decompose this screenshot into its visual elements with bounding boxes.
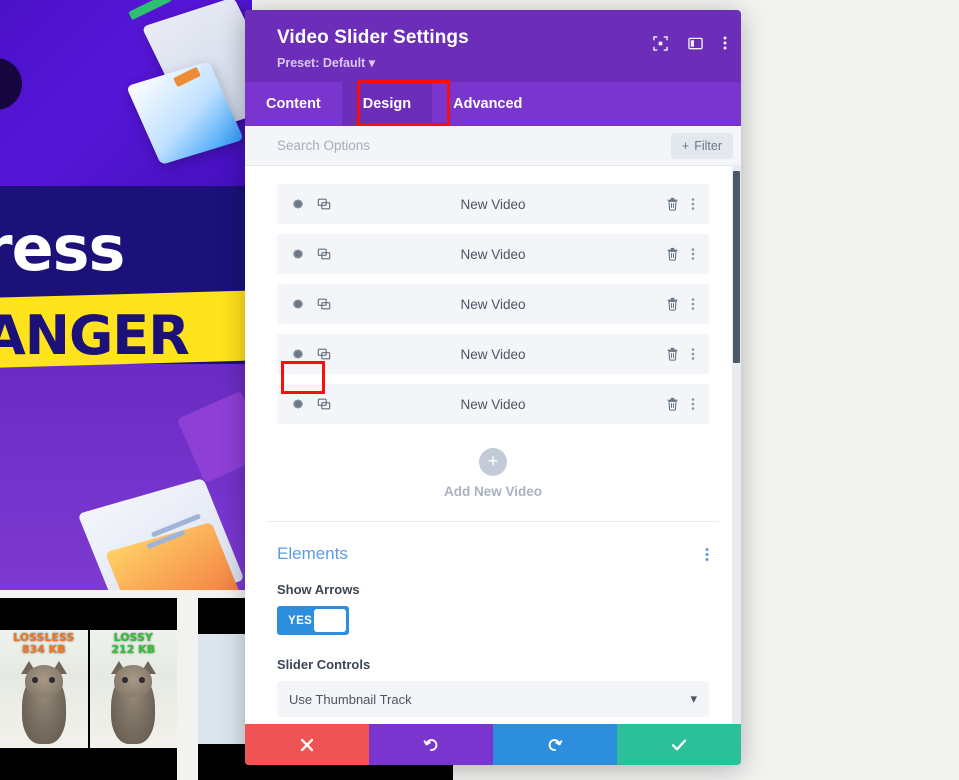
row-label: New Video: [460, 196, 526, 212]
close-icon: [300, 738, 314, 752]
duplicate-icon[interactable]: [317, 247, 331, 261]
table-row[interactable]: New Video: [277, 384, 709, 424]
gear-icon[interactable]: [291, 397, 305, 411]
undo-button[interactable]: [369, 724, 493, 765]
row-label: New Video: [460, 246, 526, 262]
video-list: New Video New Video New Video New Video …: [245, 166, 741, 424]
toggle-value: YES: [288, 614, 313, 627]
section-title-elements[interactable]: Elements: [277, 544, 348, 564]
toggle-knob: [314, 609, 346, 632]
more-vertical-icon[interactable]: [691, 397, 695, 411]
table-row[interactable]: New Video: [277, 284, 709, 324]
cancel-button[interactable]: [245, 724, 369, 765]
duplicate-icon[interactable]: [317, 197, 331, 211]
chevron-down-icon: ▾: [690, 691, 697, 706]
modal-body: New Video New Video New Video New Video …: [245, 166, 741, 724]
more-vertical-icon[interactable]: [691, 197, 695, 211]
chevron-down-icon: ▾: [368, 56, 375, 70]
redo-icon: [547, 737, 563, 753]
add-new-video-label[interactable]: Add New Video: [245, 484, 741, 499]
lossy-size: 212 KB: [111, 643, 156, 656]
background-banner-graphic: ress ANGER: [0, 186, 252, 590]
duplicate-icon[interactable]: [317, 297, 331, 311]
more-vertical-icon[interactable]: [691, 247, 695, 261]
check-icon: [671, 738, 687, 752]
row-label: New Video: [460, 296, 526, 312]
more-vertical-icon[interactable]: [705, 547, 709, 562]
kitten-lossless: LOSSLESS 834 KB: [0, 630, 88, 748]
thumbnail-compression-comparison: LOSSLESS 834 KB LOSSY 212 KB: [0, 598, 177, 780]
slider-controls-select[interactable]: Use Thumbnail Track ▾: [277, 681, 709, 717]
undo-icon: [423, 737, 439, 753]
more-vertical-icon[interactable]: [691, 297, 695, 311]
row-label: New Video: [460, 346, 526, 362]
show-arrows-toggle[interactable]: YES: [277, 606, 349, 635]
tab-content[interactable]: Content: [245, 82, 342, 126]
preset-selector[interactable]: Preset: Default ▾: [277, 55, 375, 70]
elements-section: Elements Show Arrows YES Slider Controls…: [245, 522, 741, 717]
scrollbar-track[interactable]: [732, 166, 741, 724]
layout-panel-icon[interactable]: [688, 36, 703, 51]
screen: ress ANGER LOSSLESS 834 KB: [0, 0, 959, 780]
gear-icon[interactable]: [291, 347, 305, 361]
trash-icon[interactable]: [666, 397, 679, 411]
tab-advanced[interactable]: Advanced: [432, 82, 543, 126]
modal-footer: [245, 724, 741, 765]
more-vertical-icon[interactable]: [723, 35, 727, 51]
table-row[interactable]: New Video: [277, 184, 709, 224]
trash-icon[interactable]: [666, 347, 679, 361]
save-button[interactable]: [617, 724, 741, 765]
gear-icon[interactable]: [291, 247, 305, 261]
duplicate-icon[interactable]: [317, 347, 331, 361]
filter-button-label: Filter: [694, 138, 722, 153]
background-hero-graphic: [0, 0, 252, 186]
trash-icon[interactable]: [666, 297, 679, 311]
preset-label: Preset: Default: [277, 56, 366, 70]
search-bar: + Filter: [245, 126, 741, 166]
add-new-video[interactable]: + Add New Video: [245, 434, 741, 521]
table-row[interactable]: New Video: [277, 234, 709, 274]
duplicate-icon[interactable]: [317, 397, 331, 411]
trash-icon[interactable]: [666, 247, 679, 261]
scrollbar-thumb[interactable]: [733, 171, 740, 363]
redo-button[interactable]: [493, 724, 617, 765]
gear-icon[interactable]: [291, 297, 305, 311]
filter-button[interactable]: + Filter: [670, 132, 733, 159]
table-row[interactable]: New Video: [277, 334, 709, 374]
row-label: New Video: [460, 396, 526, 412]
tab-design[interactable]: Design: [341, 82, 433, 126]
more-vertical-icon[interactable]: [691, 347, 695, 361]
focus-icon[interactable]: [653, 35, 668, 51]
banner-word-secondary: ANGER: [0, 304, 190, 367]
slider-controls-label: Slider Controls: [277, 657, 371, 672]
slider-controls-value: Use Thumbnail Track: [289, 691, 412, 707]
video-slider-settings-modal: Video Slider Settings Preset: Default ▾: [245, 10, 741, 765]
lossless-size: 834 KB: [21, 643, 66, 656]
tab-bar: Content Design Advanced: [245, 80, 741, 126]
modal-header: Video Slider Settings Preset: Default ▾: [245, 10, 741, 82]
header-icon-group: [653, 35, 727, 51]
plus-icon[interactable]: +: [479, 448, 507, 476]
search-input[interactable]: [277, 138, 671, 153]
banner-word-primary: ress: [0, 212, 125, 285]
trash-icon[interactable]: [666, 197, 679, 211]
gear-icon[interactable]: [291, 197, 305, 211]
show-arrows-label: Show Arrows: [277, 582, 360, 597]
plus-icon: +: [681, 138, 690, 153]
kitten-lossy: LOSSY 212 KB: [89, 630, 177, 748]
